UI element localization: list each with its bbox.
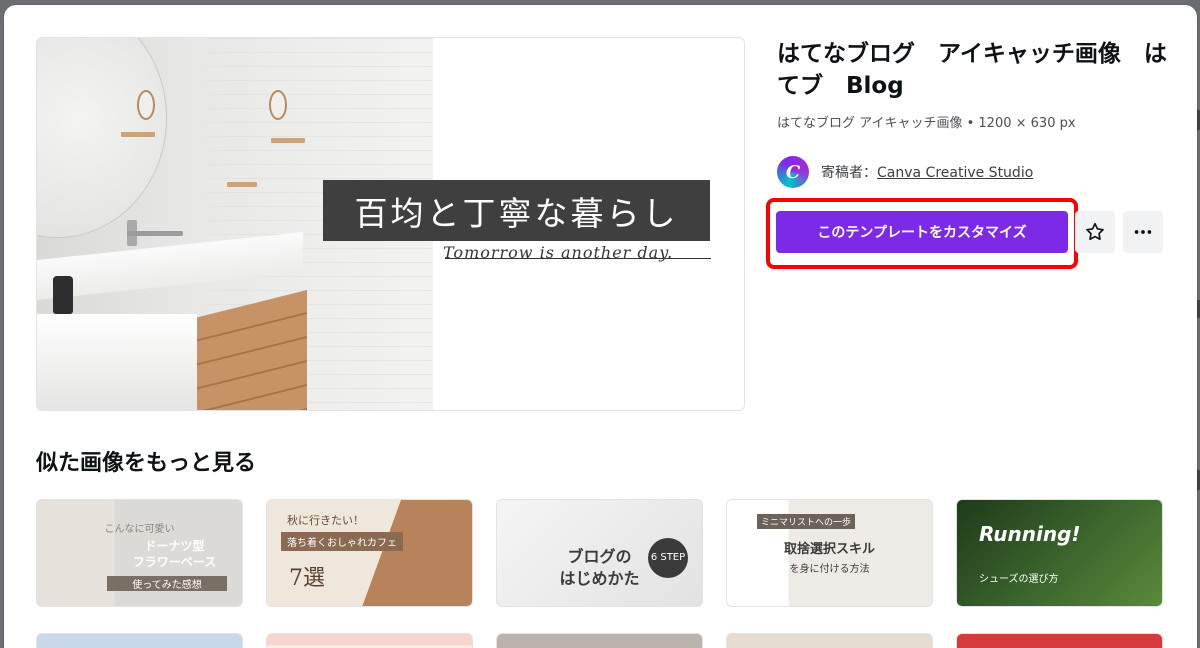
- thumbnail-top-text: ミニマリストへの一歩: [757, 514, 856, 529]
- tagline-underline: [445, 258, 711, 259]
- mirror: [37, 38, 167, 238]
- basin: [37, 314, 197, 410]
- creator-row: C 寄稿者：Canva Creative Studio: [777, 155, 1033, 189]
- thumbnail-card[interactable]: Running! シューズの選び方: [956, 499, 1163, 607]
- thumbnail-card[interactable]: [266, 633, 473, 648]
- hand-mirror: [269, 90, 287, 120]
- template-modal: 百均と丁寧な暮らし Tomorrow is another day. はてなブロ…: [4, 5, 1197, 648]
- faucet-spout: [127, 231, 183, 236]
- template-preview[interactable]: 百均と丁寧な暮らし Tomorrow is another day.: [36, 37, 745, 411]
- shelf: [121, 132, 155, 137]
- more-options-button[interactable]: [1123, 211, 1163, 253]
- thumbnail-card[interactable]: こんなに可愛い ドーナツ型 フラワーベース 使ってみた感想: [36, 499, 243, 607]
- creator-link[interactable]: Canva Creative Studio: [877, 165, 1033, 181]
- thumbnail-card[interactable]: ミニマリストへの一歩 取捨選択スキル を身に付ける方法: [726, 499, 933, 607]
- thumbnail-top-text: 秋に行きたい！: [287, 514, 364, 527]
- thumbnail-title: ドーナツ型 フラワーベース: [132, 539, 217, 569]
- hand-mirror: [137, 90, 155, 120]
- thumbnail-card[interactable]: [956, 633, 1163, 648]
- thumbnail-subtitle: 落ち着くおしゃれカフェ: [281, 532, 403, 551]
- shelf: [271, 138, 305, 143]
- star-icon: [1086, 222, 1104, 241]
- soap-bottle: [53, 276, 73, 314]
- thumbnail-subtitle: を身に付ける方法: [789, 564, 870, 575]
- thumbnail-card[interactable]: [36, 633, 243, 648]
- thumbnail-card[interactable]: [726, 633, 933, 648]
- template-title: はてなブログ アイキャッチ画像 はてブ Blog: [777, 41, 1167, 99]
- thumbnail-subtitle: 使ってみた感想: [107, 576, 227, 591]
- creator-prefix: 寄稿者：: [821, 165, 877, 181]
- preview-headline: 百均と丁寧な暮らし: [354, 193, 679, 233]
- thumbnail-title: 7選: [289, 566, 325, 591]
- similar-heading: 似た画像をもっと見る: [36, 451, 257, 476]
- favorite-button[interactable]: [1075, 211, 1115, 253]
- canva-logo-icon[interactable]: C: [777, 156, 809, 188]
- thumbnail-card[interactable]: 秋に行きたい！ 落ち着くおしゃれカフェ 7選: [266, 499, 473, 607]
- thumbnail-top-text: こんなに可愛い: [104, 524, 175, 535]
- thumbnail-title: 取捨選択スキル: [783, 542, 875, 557]
- customize-template-button[interactable]: このテンプレートをカスタマイズ: [776, 211, 1068, 253]
- preview-tagline: Tomorrow is another day.: [443, 243, 674, 262]
- thumbnail-badge: 6 STEP: [648, 538, 688, 578]
- thumbnail-subtitle: シューズの選び方: [979, 574, 1059, 585]
- thumbnail-title: Running!: [979, 522, 1081, 546]
- template-meta: はてなブログ アイキャッチ画像 • 1200 × 630 px: [777, 116, 1076, 131]
- shelf: [227, 182, 257, 187]
- more-horizontal-icon: [1134, 230, 1152, 234]
- thumbnail-card[interactable]: ブログの はじめかた 6 STEP: [496, 499, 703, 607]
- thumbnail-card[interactable]: [496, 633, 703, 648]
